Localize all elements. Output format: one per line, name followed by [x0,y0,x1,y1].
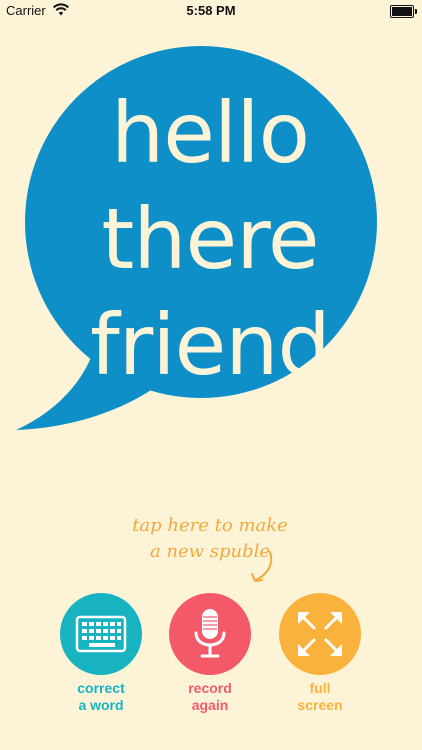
label-line: again [191,697,229,713]
correct-word-label: correct a word [51,680,151,714]
bubble-message: hello there friend [30,80,390,398]
label-line: record [188,680,232,696]
label-line: full [309,680,331,696]
curved-arrow-icon [251,551,273,582]
bubble-line: hello [111,84,310,182]
label-line: a word [78,697,124,713]
full-screen-button[interactable]: full screen [270,593,370,714]
label-line: correct [77,680,125,696]
expand-icon [298,612,342,656]
label-line: screen [297,697,343,713]
record-again-label: record again [160,680,260,714]
keyboard-icon [75,615,127,653]
full-screen-label: full screen [270,680,370,714]
record-again-button[interactable]: record again [160,593,260,714]
record-again-circle[interactable] [169,593,251,675]
bubble-line: there [101,190,319,288]
hint-line: a new spuble [149,541,271,562]
new-spuble-hint: tap here to make a new spuble [110,513,310,565]
hint-line: tap here to make [132,515,288,536]
full-screen-circle[interactable] [279,593,361,675]
microphone-icon [194,609,226,658]
correct-word-button[interactable]: correct a word [51,593,151,714]
correct-word-circle[interactable] [60,593,142,675]
bubble-line: friend [90,296,331,394]
